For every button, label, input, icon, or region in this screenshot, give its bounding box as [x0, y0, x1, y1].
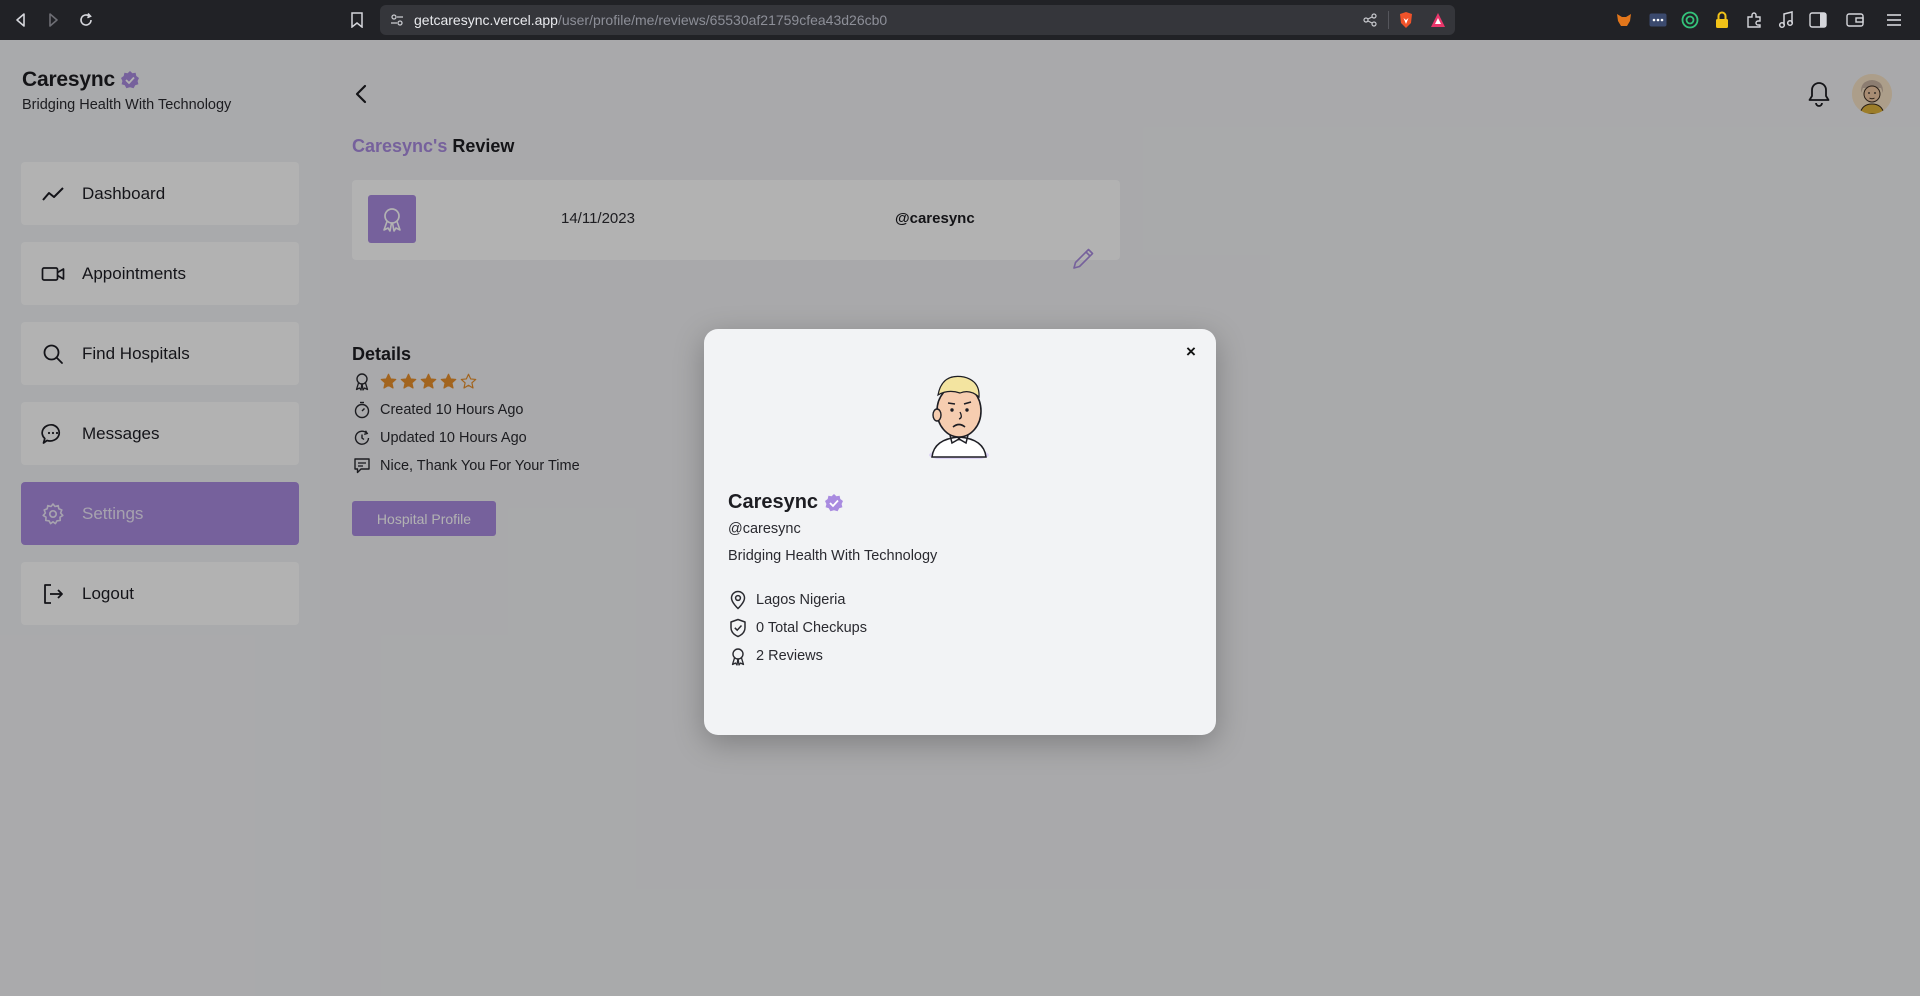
- lock-extension-icon[interactable]: [1712, 10, 1732, 30]
- metamask-icon[interactable]: [1614, 10, 1634, 30]
- award-ribbon-icon: [728, 646, 748, 666]
- reviews-text: 2 Reviews: [756, 648, 823, 664]
- music-note-icon[interactable]: [1776, 10, 1796, 30]
- url-divider: [1388, 11, 1389, 29]
- browser-toolbar: getcaresync.vercel.app/user/profile/me/r…: [0, 0, 1920, 40]
- back-arrow-icon[interactable]: [10, 9, 32, 31]
- shield-check-icon: [728, 618, 748, 638]
- profile-name-row: Caresync: [728, 491, 844, 514]
- url-text: getcaresync.vercel.app/user/profile/me/r…: [414, 12, 887, 28]
- hamburger-menu-icon[interactable]: [1884, 10, 1904, 30]
- share-icon[interactable]: [1363, 13, 1377, 27]
- checkups-row: 0 Total Checkups: [728, 618, 867, 638]
- profile-tagline: Bridging Health With Technology: [728, 548, 938, 564]
- profile-name: Caresync: [728, 491, 819, 513]
- reload-icon[interactable]: [75, 9, 97, 31]
- puzzle-icon[interactable]: [1744, 10, 1764, 30]
- forward-arrow-icon[interactable]: [42, 9, 64, 31]
- address-bar[interactable]: getcaresync.vercel.app/user/profile/me/r…: [380, 5, 1455, 35]
- sidebar-toggle-icon[interactable]: [1808, 10, 1828, 30]
- profile-avatar: [924, 369, 994, 459]
- url-path: /user/profile/me/reviews/65530af21759cfe…: [557, 12, 888, 28]
- target-extension-icon[interactable]: [1680, 10, 1700, 30]
- wallet-icon[interactable]: [1845, 10, 1865, 30]
- extension-dots-icon[interactable]: [1648, 10, 1668, 30]
- location-text: Lagos Nigeria: [756, 592, 846, 608]
- verified-badge-icon: [824, 493, 844, 513]
- map-pin-icon: [728, 590, 748, 610]
- close-icon[interactable]: ×: [1182, 342, 1200, 361]
- profile-handle: @caresync: [728, 521, 801, 537]
- reviews-row: 2 Reviews: [728, 646, 823, 666]
- location-row: Lagos Nigeria: [728, 590, 845, 610]
- url-host: getcaresync.vercel.app: [414, 12, 558, 28]
- bookmark-icon[interactable]: [346, 9, 368, 31]
- profile-modal: × Caresync @caresync Bridging Health Wit…: [704, 329, 1216, 735]
- brave-rewards-icon[interactable]: [1430, 12, 1446, 28]
- brave-shield-icon[interactable]: [1398, 11, 1414, 29]
- checkups-text: 0 Total Checkups: [756, 620, 867, 636]
- site-settings-icon[interactable]: [390, 13, 404, 27]
